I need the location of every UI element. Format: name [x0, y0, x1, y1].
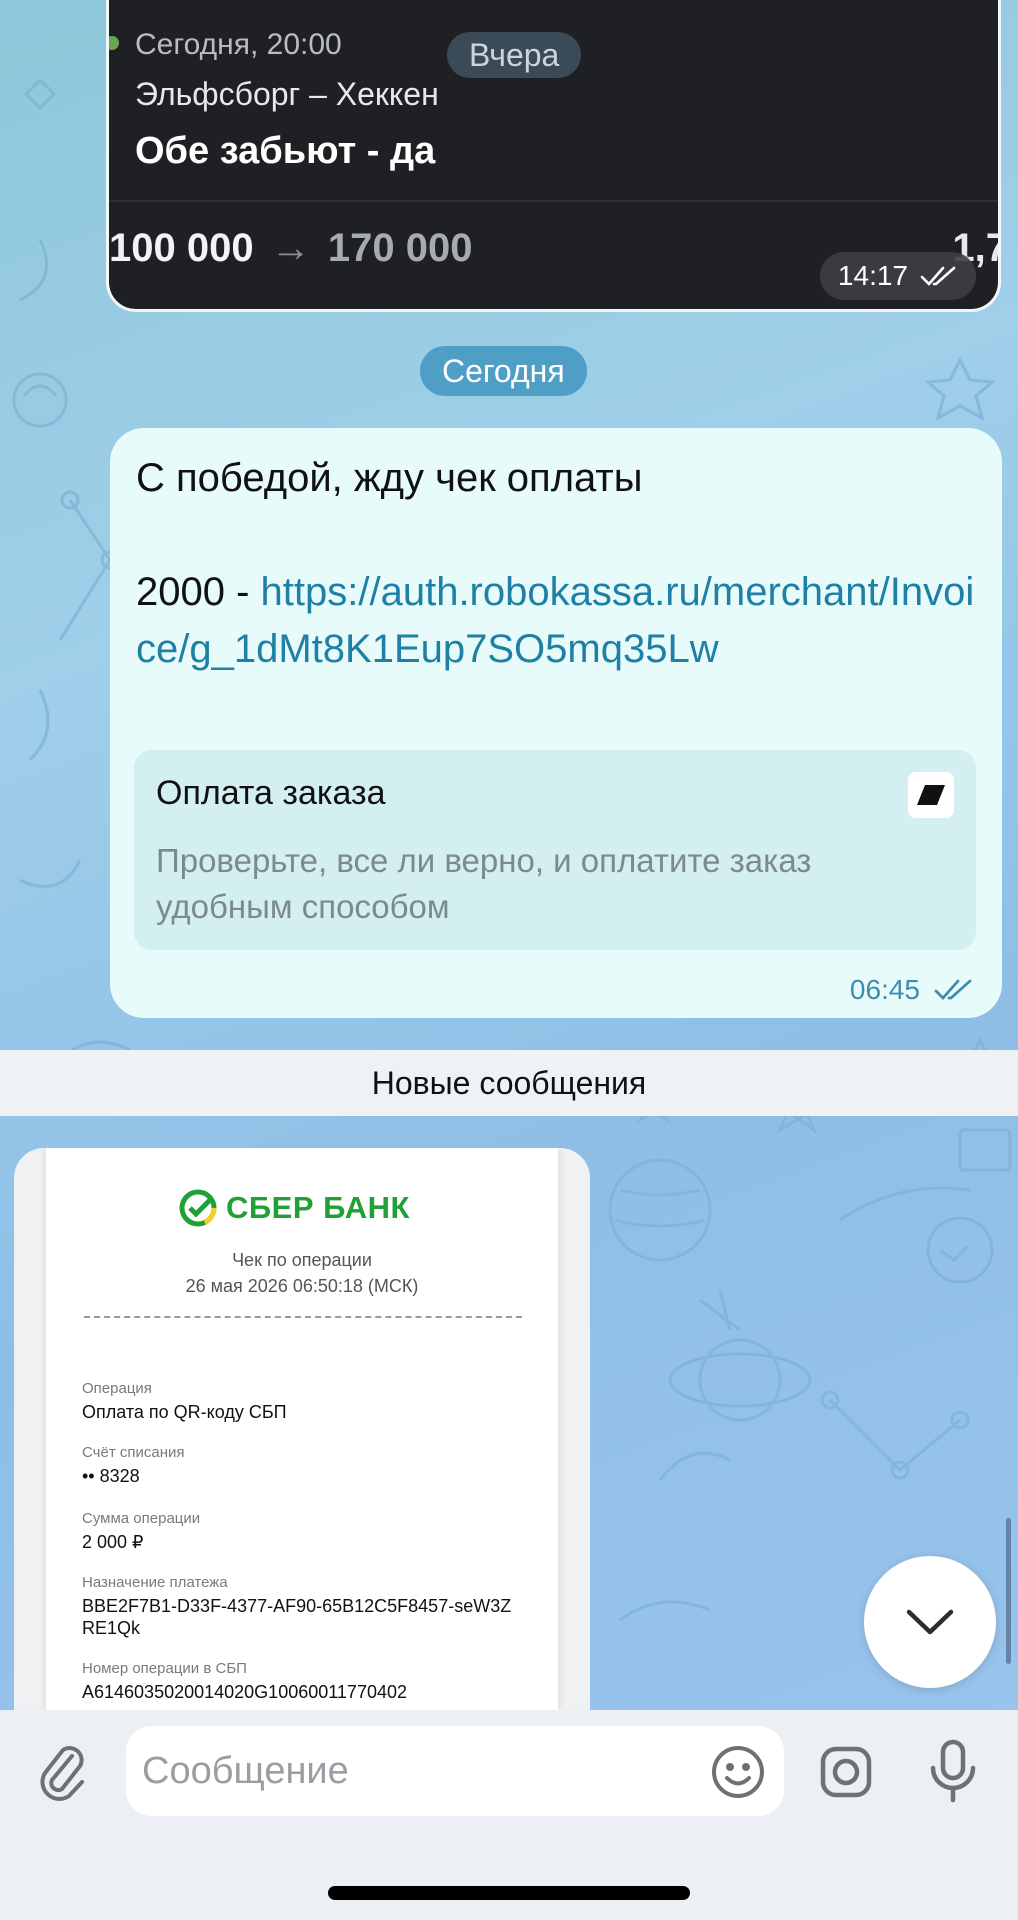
robokassa-logo-icon: [908, 772, 954, 818]
receipt-datetime: 26 мая 2026 06:50:18 (МСК): [185, 1276, 419, 1296]
microphone-icon: [930, 1739, 976, 1803]
message-line: С победой, жду чек оплаты: [136, 456, 643, 500]
day-separator-today: Сегодня: [420, 346, 587, 396]
bet-match: Эльфсборг – Хеккен: [135, 76, 439, 112]
status-dot: [109, 36, 119, 50]
sber-receipt: СБЕР БАНК Чек по операции 26 мая 2026 06…: [46, 1148, 558, 1710]
bet-payout: 170 000: [327, 226, 473, 270]
scrollbar[interactable]: [1006, 1518, 1011, 1664]
preview-title: Оплата заказа: [156, 774, 386, 812]
bet-outcome: Обе забьют - да: [135, 130, 436, 172]
field-value: A6146035020014020G10060011770402: [82, 1682, 407, 1702]
field-label: Номер операции в СБП: [82, 1660, 247, 1677]
field-label: Операция: [82, 1380, 152, 1397]
scroll-to-bottom-button[interactable]: [864, 1556, 996, 1688]
attach-button[interactable]: [38, 1742, 88, 1802]
field-value: •• 8328: [82, 1466, 140, 1486]
receipt-subtitle: Чек по операции: [232, 1250, 372, 1270]
field-value: BBE2F7B1-D33F-4377-AF90-65B12C5F8457-seW…: [82, 1596, 512, 1638]
receipt-field: Операция Оплата по QR-коду СБП: [82, 1380, 522, 1423]
paperclip-icon: [40, 1746, 84, 1801]
amount-prefix: 2000 -: [136, 570, 261, 614]
receipt-field: Номер операции в СБП A6146035020014020G1…: [82, 1660, 522, 1703]
chevron-down-icon: [906, 1609, 954, 1635]
bet-slip-message[interactable]: Сегодня, 20:00 Вчера Эльфсборг – Хеккен …: [106, 0, 1001, 312]
divider: [109, 200, 998, 202]
incoming-message[interactable]: С победой, жду чек оплаты 2000 - https:/…: [110, 428, 1002, 1018]
message-time: 14:17: [819, 252, 976, 300]
receipt-field: Счёт списания •• 8328: [82, 1444, 522, 1487]
field-label: Сумма операции: [82, 1510, 201, 1527]
invoice-link[interactable]: https://auth.robokassa.ru/merchant/Invoi…: [136, 570, 974, 671]
bet-stake: 100 000: [109, 226, 254, 270]
arrow-right-icon: →: [270, 226, 311, 270]
receipt-field: Сумма операции 2 000 ₽: [82, 1510, 522, 1553]
link-preview-card[interactable]: Оплата заказа Проверьте, все ли верно, и…: [134, 750, 976, 950]
home-indicator: [328, 1886, 690, 1900]
payment-line: 2000 - https://auth.robokassa.ru/merchan…: [136, 564, 976, 678]
dashed-divider: [84, 1316, 522, 1318]
message-text: С победой, жду чек оплаты 2000 - https:/…: [136, 450, 976, 678]
emoji-icon: [712, 1746, 764, 1798]
new-messages-banner: Новые сообщения: [0, 1050, 1018, 1116]
day-separator-yesterday: Вчера: [447, 32, 582, 78]
message-composer: [0, 1710, 1018, 1920]
message-input[interactable]: [126, 1726, 784, 1816]
message-time: 06:45: [850, 974, 974, 1006]
field-label: Назначение платежа: [82, 1574, 228, 1591]
double-check-icon: [920, 266, 956, 286]
bank-name: СБЕР БАНК: [226, 1190, 410, 1225]
receipt-image-message[interactable]: СБЕР БАНК Чек по операции 26 мая 2026 06…: [14, 1148, 590, 1710]
emoji-button[interactable]: [710, 1744, 766, 1800]
receipt-field: Назначение платежа BBE2F7B1-D33F-4377-AF…: [82, 1574, 522, 1639]
time-label: 06:45: [849, 974, 920, 1005]
camera-icon: [820, 1746, 872, 1798]
voice-message-button[interactable]: [928, 1738, 978, 1804]
time-label: 14:17: [837, 260, 908, 291]
field-label: Счёт списания: [82, 1444, 185, 1461]
sber-logo-icon: [179, 1189, 217, 1227]
field-value: Оплата по QR-коду СБП: [82, 1402, 287, 1422]
preview-description: Проверьте, все ли верно, и оплатите зака…: [156, 842, 812, 925]
sber-logo: СБЕР БАНК: [178, 1188, 410, 1228]
double-check-icon: [934, 979, 972, 1001]
bet-datetime: Сегодня, 20:00: [135, 28, 342, 61]
field-value: 2 000 ₽: [82, 1532, 144, 1552]
bet-amounts: 100 000 → 170 000: [109, 226, 472, 271]
camera-button[interactable]: [818, 1744, 874, 1800]
